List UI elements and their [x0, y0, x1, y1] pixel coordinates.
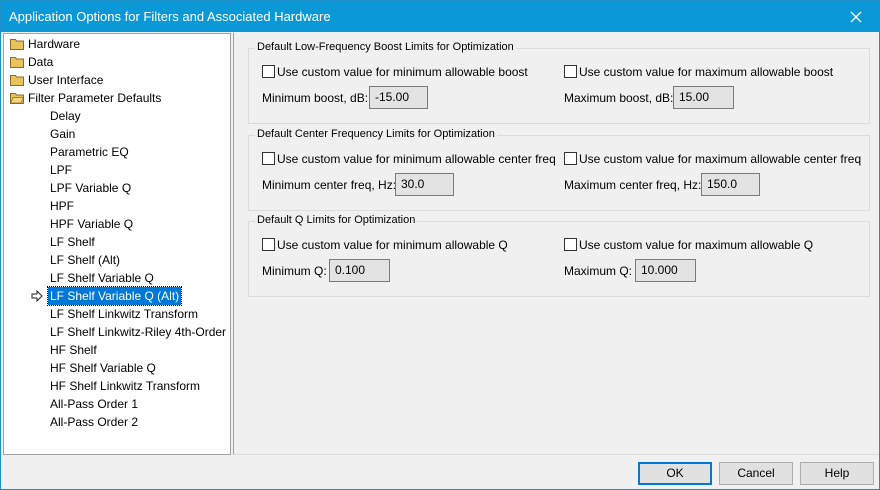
checkbox-box[interactable] — [564, 65, 577, 78]
ok-button[interactable]: OK — [638, 462, 712, 485]
group-q-limits: Default Q Limits for Optimization Use cu… — [248, 214, 870, 297]
options-dialog: Application Options for Filters and Asso… — [0, 0, 880, 490]
min-center-freq-label: Minimum center freq, Hz: — [262, 178, 397, 192]
tree-item-gain[interactable]: Gain — [48, 125, 77, 143]
checkbox-box[interactable] — [564, 152, 577, 165]
max-q-field[interactable]: 10.000 — [635, 259, 696, 282]
min-q-field[interactable]: 0.100 — [329, 259, 390, 282]
checkbox-label: Use custom value for minimum allowable c… — [277, 152, 556, 166]
checkbox-box[interactable] — [564, 238, 577, 251]
group-title: Default Q Limits for Optimization — [255, 214, 418, 226]
min-boost-field[interactable]: -15.00 — [369, 86, 428, 109]
close-icon — [850, 11, 862, 22]
checkbox-label: Use custom value for maximum allowable b… — [579, 65, 834, 79]
checkbox-label: Use custom value for minimum allowable Q — [277, 238, 508, 252]
min-boost-checkbox[interactable]: Use custom value for minimum allowable b… — [262, 65, 528, 81]
cancel-button[interactable]: Cancel — [719, 462, 793, 485]
max-boost-label: Maximum boost, dB: — [564, 91, 674, 105]
checkbox-label: Use custom value for maximum allowable c… — [579, 152, 862, 166]
max-q-label: Maximum Q: — [564, 264, 633, 278]
group-title: Default Low-Frequency Boost Limits for O… — [255, 41, 516, 53]
tree-item-lpf[interactable]: LPF — [48, 161, 74, 179]
help-button[interactable]: Help — [800, 462, 874, 485]
tree-item-all-pass-order-2[interactable]: All-Pass Order 2 — [48, 413, 140, 431]
title-bar[interactable]: Application Options for Filters and Asso… — [1, 1, 879, 32]
tree-item-all-pass-order-1[interactable]: All-Pass Order 1 — [48, 395, 140, 413]
max-q-checkbox[interactable]: Use custom value for maximum allowable Q — [564, 238, 813, 254]
tree-item-hpf[interactable]: HPF — [48, 197, 76, 215]
tree-item-lf-shelf-linkwitz-transform[interactable]: LF Shelf Linkwitz Transform — [48, 305, 200, 323]
close-button[interactable] — [833, 1, 879, 32]
group-title: Default Center Frequency Limits for Opti… — [255, 128, 497, 140]
tree-item-hf-shelf-variable-q[interactable]: HF Shelf Variable Q — [48, 359, 158, 377]
tree-item-lf-shelf-variable-q[interactable]: LF Shelf Variable Q — [48, 269, 156, 287]
tree-item-hf-shelf[interactable]: HF Shelf — [48, 341, 99, 359]
arrow-pointer-icon — [31, 290, 43, 302]
min-boost-label: Minimum boost, dB: — [262, 91, 369, 105]
folder-icon — [10, 57, 24, 68]
tree-folder-label: User Interface — [28, 73, 104, 87]
settings-panel: Default Low-Frequency Boost Limits for O… — [233, 33, 879, 455]
checkbox-box[interactable] — [262, 152, 275, 165]
tree-item-hpf-variable-q[interactable]: HPF Variable Q — [48, 215, 135, 233]
tree-item-lf-shelf-linkwitz-riley[interactable]: LF Shelf Linkwitz-Riley 4th-Order — [48, 323, 228, 341]
checkbox-label: Use custom value for minimum allowable b… — [277, 65, 528, 79]
checkbox-box[interactable] — [262, 238, 275, 251]
max-center-freq-field[interactable]: 150.0 — [701, 173, 760, 196]
tree-item-lpf-variable-q[interactable]: LPF Variable Q — [48, 179, 133, 197]
window-title: Application Options for Filters and Asso… — [9, 9, 331, 24]
group-center-frequency-limits: Default Center Frequency Limits for Opti… — [248, 128, 870, 211]
max-center-freq-label: Maximum center freq, Hz: — [564, 178, 702, 192]
tree-folder-label: Data — [28, 55, 54, 69]
tree-item-lf-shelf-variable-q-alt[interactable]: LF Shelf Variable Q (Alt) — [46, 286, 183, 306]
folder-open-icon — [10, 93, 24, 104]
tree-item-lf-shelf[interactable]: LF Shelf — [48, 233, 97, 251]
options-tree[interactable]: Hardware Data User Interface Filter Para… — [3, 33, 231, 455]
tree-folder-label: Filter Parameter Defaults — [28, 91, 162, 105]
max-boost-field[interactable]: 15.00 — [673, 86, 734, 109]
folder-icon — [10, 75, 24, 86]
checkbox-label: Use custom value for maximum allowable Q — [579, 238, 814, 252]
tree-item-lf-shelf-alt[interactable]: LF Shelf (Alt) — [48, 251, 122, 269]
max-center-freq-checkbox[interactable]: Use custom value for maximum allowable c… — [564, 152, 861, 168]
tree-item-delay[interactable]: Delay — [48, 107, 83, 125]
min-center-freq-field[interactable]: 30.0 — [395, 173, 454, 196]
min-q-checkbox[interactable]: Use custom value for minimum allowable Q — [262, 238, 508, 254]
group-boost-limits: Default Low-Frequency Boost Limits for O… — [248, 41, 870, 124]
dialog-footer: OK Cancel Help — [1, 457, 879, 490]
tree-item-parametric-eq[interactable]: Parametric EQ — [48, 143, 131, 161]
tree-item-hf-shelf-linkwitz-transform[interactable]: HF Shelf Linkwitz Transform — [48, 377, 202, 395]
checkbox-box[interactable] — [262, 65, 275, 78]
folder-icon — [10, 39, 24, 50]
max-boost-checkbox[interactable]: Use custom value for maximum allowable b… — [564, 65, 833, 81]
tree-folder-label: Hardware — [28, 37, 81, 51]
min-center-freq-checkbox[interactable]: Use custom value for minimum allowable c… — [262, 152, 556, 168]
min-q-label: Minimum Q: — [262, 264, 327, 278]
